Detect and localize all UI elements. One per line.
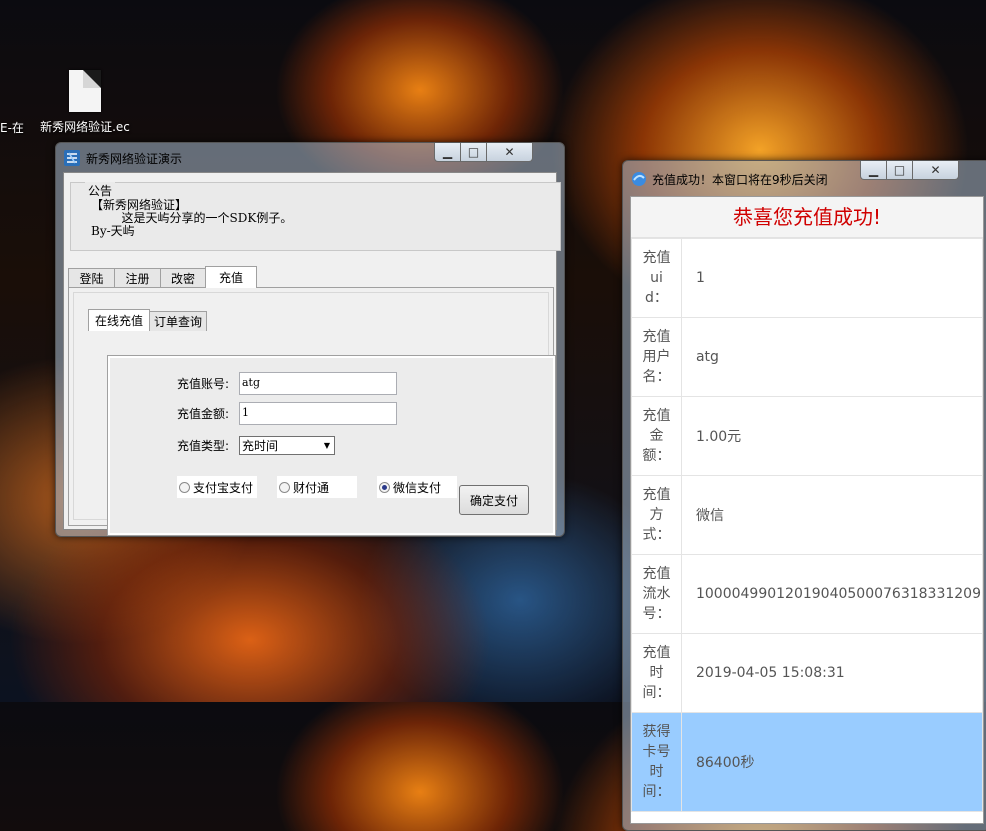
table-row: 充值金额： 1.00元 <box>631 396 983 476</box>
minimize-icon: ▁ <box>868 163 879 177</box>
radio-tenpay-indicator <box>279 481 290 493</box>
tab-register[interactable]: 注册 <box>114 268 161 288</box>
minimize-button[interactable]: ▁ <box>434 143 461 162</box>
close-icon: ✕ <box>504 145 515 159</box>
success-window-title: 充值成功！本窗口将在9秒后关闭 <box>652 173 828 187</box>
table-row-highlight: 获得卡号时间： 86400秒 <box>631 712 983 812</box>
demo-window: 新秀网络验证演示 ▁ □ ✕ 公告 【新秀网络验证】 这是天屿分享的一个SDK例… <box>55 142 986 831</box>
success-window-titlebar[interactable]: 充值成功！本窗口将在9秒后关闭 ▁ □ ✕ <box>623 161 986 189</box>
desktop-file-icon[interactable]: 新秀网络验证.ec <box>40 70 130 135</box>
info-value: 1 <box>680 238 983 318</box>
browser-logo-icon <box>632 172 646 186</box>
minimize-icon: ▁ <box>442 145 453 159</box>
info-key: 充值时间： <box>631 633 682 713</box>
radio-alipay-label: 支付宝支付 <box>193 480 254 495</box>
dropdown-arrow-icon: ▼ <box>323 441 330 450</box>
account-row: 充值账号: atg <box>177 372 397 395</box>
close-button[interactable]: ✕ <box>913 161 959 180</box>
tab-recharge[interactable]: 充值 <box>205 266 257 288</box>
info-value: 2019-04-05 15:08:31 <box>680 633 983 713</box>
info-value: 微信 <box>680 475 983 555</box>
info-value: atg <box>680 317 983 397</box>
sub-tabs: 在线充值 订单查询 充值账号: atg 充值金额: 1 充值类型: 充时间 ▼ … <box>88 309 556 536</box>
tab-login[interactable]: 登陆 <box>68 268 115 288</box>
main-tabs: 登陆 注册 改密 充值 <box>68 266 257 288</box>
maximize-icon: □ <box>893 163 906 177</box>
maximize-button[interactable]: □ <box>887 161 913 180</box>
info-value: 1.00元 <box>680 396 983 476</box>
radio-wechat-indicator <box>379 481 390 493</box>
info-key: 充值金额： <box>631 396 682 476</box>
notice-group: 公告 【新秀网络验证】 这是天屿分享的一个SDK例子。 By-天屿 <box>70 182 561 251</box>
type-label: 充值类型: <box>177 439 230 453</box>
type-select[interactable]: 充时间 ▼ <box>239 436 335 455</box>
demo-window-titlebar[interactable]: 新秀网络验证演示 ▁ □ ✕ <box>56 143 564 171</box>
tab-online-recharge[interactable]: 在线充值 <box>88 309 150 331</box>
close-button[interactable]: ✕ <box>487 143 533 162</box>
success-window-client: 恭喜您充值成功! 充值uid： 1 充值用户名： atg 充值金额： 1.00元… <box>630 196 984 824</box>
success-heading: 恭喜您充值成功! <box>631 197 983 238</box>
radio-tenpay[interactable]: 财付通 <box>277 476 357 498</box>
amount-label: 充值金额: <box>177 407 230 421</box>
radio-wechat-label: 微信支付 <box>393 480 442 495</box>
tab-order-query[interactable]: 订单查询 <box>149 311 207 331</box>
recharge-tab-panel: 在线充值 订单查询 充值账号: atg 充值金额: 1 充值类型: 充时间 ▼ … <box>68 287 556 536</box>
info-value: 10000499012019040500076318331209 <box>680 554 983 634</box>
table-row: 充值方式： 微信 <box>631 475 983 555</box>
info-key: 充值流水号： <box>631 554 682 634</box>
desktop-icon-label: 新秀网络验证.ec <box>40 120 130 134</box>
amount-row: 充值金额: 1 <box>177 402 397 425</box>
table-row: 充值用户名： atg <box>631 317 983 397</box>
type-row: 充值类型: 充时间 ▼ <box>177 436 335 455</box>
file-icon <box>69 70 101 112</box>
account-input[interactable]: atg <box>239 372 397 395</box>
type-select-value: 充时间 <box>242 439 279 453</box>
desktop-icon-label-partial[interactable]: E-在 <box>0 119 24 136</box>
info-key: 充值用户名： <box>631 317 682 397</box>
info-key: 充值uid： <box>631 238 682 318</box>
recharge-info-table: 充值uid： 1 充值用户名： atg 充值金额： 1.00元 充值方式： 微信… <box>631 238 983 812</box>
close-icon: ✕ <box>930 163 941 177</box>
table-row: 充值流水号： 10000499012019040500076318331209 <box>631 554 983 634</box>
online-recharge-panel: 充值账号: atg 充值金额: 1 充值类型: 充时间 ▼ 支付宝支付 财付通 … <box>107 355 556 536</box>
notice-legend: 公告 <box>85 182 116 199</box>
info-key: 获得卡号时间： <box>631 712 682 812</box>
account-label: 充值账号: <box>177 377 230 391</box>
success-window: 充值成功！本窗口将在9秒后关闭 ▁ □ ✕ 恭喜您充值成功! 充值uid： 1 … <box>622 160 986 831</box>
notice-text: 【新秀网络验证】 这是天屿分享的一个SDK例子。 By-天屿 <box>91 198 293 238</box>
tab-change-password[interactable]: 改密 <box>160 268 206 288</box>
amount-input[interactable]: 1 <box>239 402 397 425</box>
confirm-pay-button[interactable]: 确定支付 <box>459 485 529 515</box>
form-area: 充值账号: atg 充值金额: 1 充值类型: 充时间 ▼ 支付宝支付 财付通 … <box>110 358 553 533</box>
table-row: 充值时间： 2019-04-05 15:08:31 <box>631 633 983 713</box>
table-row: 充值uid： 1 <box>631 238 983 318</box>
maximize-icon: □ <box>467 145 480 159</box>
minimize-button[interactable]: ▁ <box>860 161 887 180</box>
demo-window-client: 公告 【新秀网络验证】 这是天屿分享的一个SDK例子。 By-天屿 登陆 注册 … <box>63 172 561 536</box>
radio-alipay[interactable]: 支付宝支付 <box>177 476 257 498</box>
radio-tenpay-label: 财付通 <box>293 480 330 495</box>
maximize-button[interactable]: □ <box>461 143 487 162</box>
app-logo-icon <box>64 150 80 166</box>
demo-window-title: 新秀网络验证演示 <box>86 152 183 166</box>
radio-alipay-indicator <box>179 481 190 493</box>
radio-wechat[interactable]: 微信支付 <box>377 476 457 498</box>
info-key: 充值方式： <box>631 475 682 555</box>
info-value: 86400秒 <box>680 712 983 812</box>
